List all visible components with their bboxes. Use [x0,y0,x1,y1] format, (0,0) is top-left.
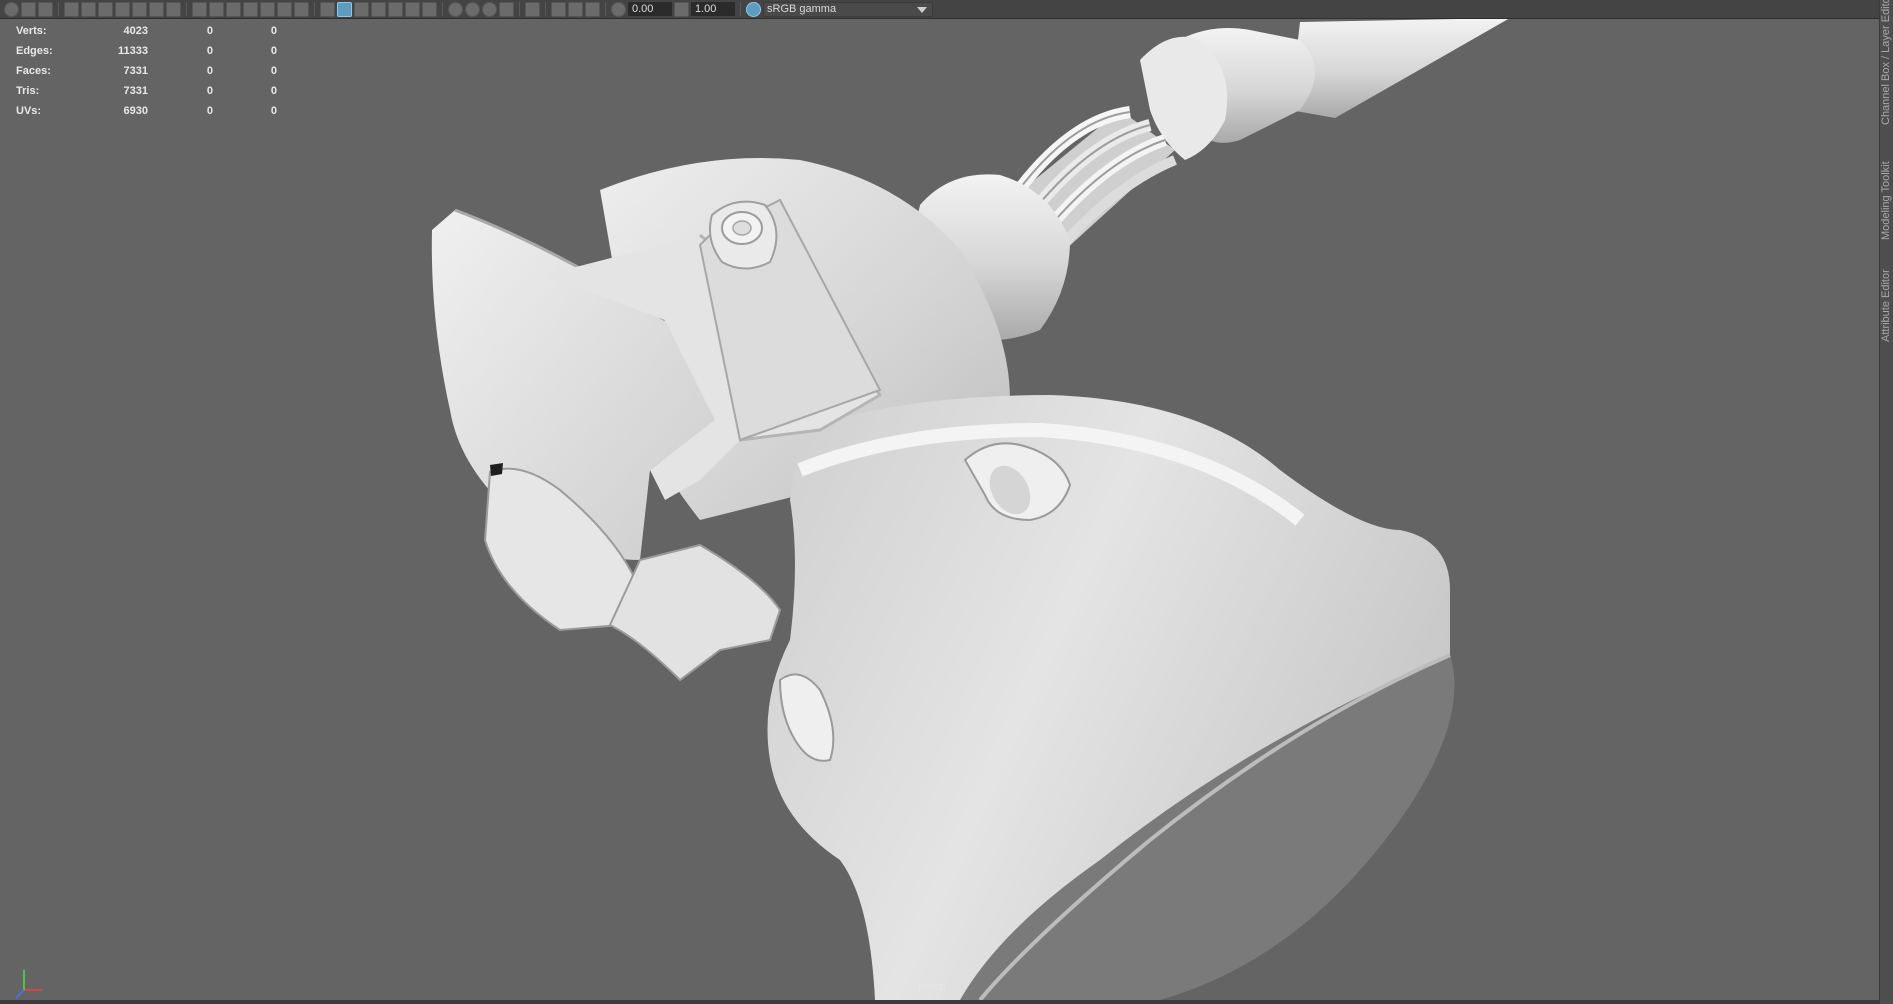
poly-count-hud: Verts: 4023 0 0 Edges: 11333 0 0 Faces: … [16,21,277,121]
hud-label: Faces: [16,65,51,77]
hud-selected: 0 [206,25,213,37]
camera-bookmark-icon[interactable] [115,1,130,17]
depth-of-field-icon[interactable] [499,1,514,17]
hud-total: 11333 [118,45,148,57]
hud-label: Verts: [16,25,47,37]
anti-aliasing-icon[interactable] [482,1,497,17]
smooth-shade-icon[interactable] [337,1,352,17]
wireframe-on-shaded-icon[interactable] [354,1,369,17]
hud-selected: 0 [206,65,213,77]
hud-selected-tris: 0 [270,85,277,97]
hud-label: UVs: [16,105,42,117]
viewport-bottom-border [0,1000,1893,1004]
hud-total: 6930 [123,105,148,117]
shadows-icon[interactable] [422,1,437,17]
hud-selected-tris: 0 [270,65,277,77]
hud-row-tris: Tris: 7331 0 0 [16,81,277,101]
gamma-field[interactable]: 1.00 [691,2,735,16]
color-space-value: sRGB gamma [767,2,837,15]
two-d-pan-icon[interactable] [149,1,164,17]
camera-label: persp [918,981,946,993]
backface-culling-icon[interactable] [585,1,600,17]
hud-label: Tris: [16,85,40,97]
exposure-field[interactable]: 0.00 [628,2,672,16]
perspective-viewport[interactable]: 0.00 1.00 sRGB gamma Verts: 4023 0 0 Edg… [0,0,1893,1004]
xray-joints-icon[interactable] [551,1,566,17]
bolt-head [709,200,778,270]
tab-attribute-editor[interactable]: Attribute Editor [1880,250,1893,342]
gamma-icon[interactable] [674,1,689,17]
safe-title-icon[interactable] [294,1,309,17]
exposure-icon[interactable] [611,1,626,17]
xray-active-components-icon[interactable] [568,1,583,17]
chevron-down-icon [917,6,927,13]
lights-icon[interactable] [405,1,420,17]
resolution-gate-icon[interactable] [226,1,241,17]
ambient-occlusion-icon[interactable] [448,1,463,17]
camera-lock-icon[interactable] [81,1,96,17]
lower-fin-right [608,543,782,682]
camera-orbit-icon[interactable] [98,1,113,17]
hammer-model[interactable] [0,0,1893,1004]
color-management-icon[interactable] [746,1,761,17]
hud-selected-tris: 0 [270,105,277,117]
color-space-dropdown[interactable]: sRGB gamma [763,1,933,17]
safe-action-icon[interactable] [277,1,292,17]
viewport-toolbar: 0.00 1.00 sRGB gamma [0,0,1893,19]
hud-selected: 0 [206,45,213,57]
isolate-select-icon[interactable] [525,1,540,17]
side-panel-tabs: Channel Box / Layer Editor Modeling Tool… [1879,0,1893,1004]
select-camera-icon[interactable] [4,1,19,17]
hud-row-faces: Faces: 7331 0 0 [16,61,277,81]
tab-channel-box[interactable]: Channel Box / Layer Editor [1880,0,1893,125]
grease-pencil-icon[interactable] [166,1,181,17]
film-gate-icon[interactable] [209,1,224,17]
hud-row-edges: Edges: 11333 0 0 [16,41,277,61]
field-chart-icon[interactable] [260,1,275,17]
hud-selected: 0 [206,105,213,117]
image-plane-icon[interactable] [132,1,147,17]
xray-icon[interactable] [388,1,403,17]
video-camera-icon[interactable] [64,1,79,17]
axis-gizmo-icon [15,970,42,999]
tab-modeling-toolkit[interactable]: Modeling Toolkit [1880,140,1893,240]
hud-total: 7331 [123,85,148,97]
wireframe-icon[interactable] [320,1,335,17]
camera-attributes-icon[interactable] [21,1,36,17]
hud-label: Edges: [16,45,53,57]
grid-icon[interactable] [192,1,207,17]
hud-selected: 0 [206,85,213,97]
handle-shaft [1290,18,1510,118]
hud-selected-tris: 0 [270,25,277,37]
hud-total: 4023 [123,25,148,37]
axis-gizmo [12,962,52,1004]
hud-row-verts: Verts: 4023 0 0 [16,21,277,41]
hud-row-uvs: UVs: 6930 0 0 [16,101,277,121]
hud-total: 7331 [123,65,148,77]
bookmark-icon[interactable] [38,1,53,17]
motion-blur-icon[interactable] [465,1,480,17]
default-material-icon[interactable] [371,1,386,17]
hud-selected-tris: 0 [270,45,277,57]
gate-mask-icon[interactable] [243,1,258,17]
